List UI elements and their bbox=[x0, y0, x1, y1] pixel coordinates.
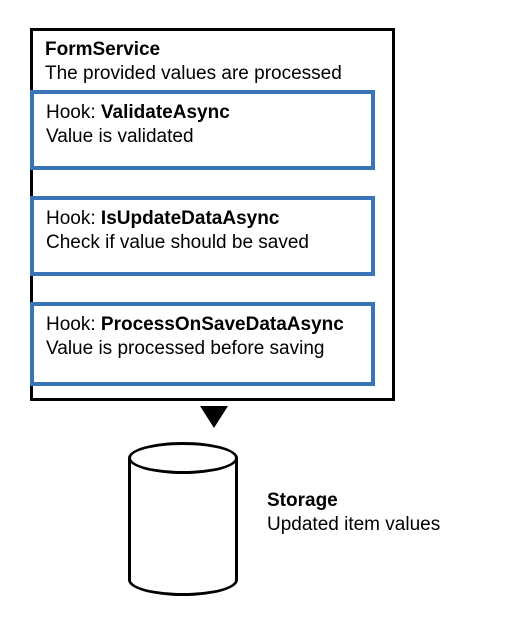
hook-name: ProcessOnSaveDataAsync bbox=[101, 314, 344, 335]
formservice-title: FormService bbox=[45, 39, 342, 61]
hook-desc: Check if value should be saved bbox=[46, 232, 359, 254]
hook-prefix: Hook: bbox=[46, 208, 101, 229]
hook-title: Hook: IsUpdateDataAsync bbox=[46, 208, 359, 230]
hook-prefix: Hook: bbox=[46, 314, 101, 335]
storage-subtitle: Updated item values bbox=[267, 514, 440, 536]
storage-cylinder-icon bbox=[128, 442, 238, 596]
formservice-subtitle: The provided values are processed bbox=[45, 63, 342, 85]
hook-processonsave: Hook: ProcessOnSaveDataAsync Value is pr… bbox=[30, 302, 375, 386]
formservice-header: FormService The provided values are proc… bbox=[45, 39, 342, 85]
cylinder-top bbox=[128, 442, 238, 474]
hook-title: Hook: ValidateAsync bbox=[46, 102, 359, 124]
hook-isupdate: Hook: IsUpdateDataAsync Check if value s… bbox=[30, 196, 375, 276]
hook-name: ValidateAsync bbox=[101, 102, 230, 123]
storage-label: Storage Updated item values bbox=[267, 490, 440, 536]
hook-prefix: Hook: bbox=[46, 102, 101, 123]
hook-validate: Hook: ValidateAsync Value is validated bbox=[30, 90, 375, 170]
hook-title: Hook: ProcessOnSaveDataAsync bbox=[46, 314, 359, 336]
arrow-down-icon bbox=[200, 406, 228, 428]
hook-desc: Value is processed before saving bbox=[46, 338, 359, 360]
hook-name: IsUpdateDataAsync bbox=[101, 208, 279, 229]
hook-desc: Value is validated bbox=[46, 126, 359, 148]
storage-title: Storage bbox=[267, 490, 440, 512]
cylinder-body bbox=[128, 458, 238, 580]
cylinder-mask bbox=[131, 564, 235, 580]
